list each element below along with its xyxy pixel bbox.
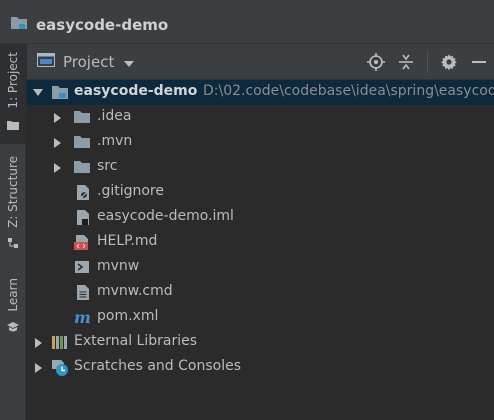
- tree-item-label: .mvn: [97, 133, 133, 149]
- tree-item-label: mvnw: [97, 258, 140, 274]
- project-tab-icon: [7, 115, 19, 134]
- collapsed-arrow-icon[interactable]: [51, 105, 63, 130]
- tree-item-help-md[interactable]: HELP.md: [27, 230, 494, 255]
- graduation-cap-icon: [6, 318, 20, 337]
- collapsed-arrow-icon[interactable]: [51, 130, 63, 155]
- tree-item-label: External Libraries: [74, 333, 197, 349]
- tree-item-idea[interactable]: .idea: [27, 105, 494, 130]
- folder-icon: [73, 109, 90, 126]
- folder-icon: [73, 134, 90, 151]
- module-folder-icon: [51, 84, 68, 101]
- tree-item-mvn[interactable]: .mvn: [27, 130, 494, 155]
- shell-script-icon: [74, 259, 91, 276]
- tree-item-label: Scratches and Consoles: [74, 358, 241, 374]
- tool-window-strip: 1: Project Z: Structure Learn: [0, 44, 26, 420]
- tree-item-mvnw-cmd[interactable]: mvnw.cmd: [27, 280, 494, 305]
- project-panel-header: Project: [27, 44, 494, 80]
- collapse-all-icon[interactable]: [391, 44, 421, 80]
- root-name: easycode-demo: [74, 83, 198, 99]
- maven-file-icon: m: [73, 308, 91, 327]
- breadcrumb-project[interactable]: easycode-demo: [36, 16, 168, 34]
- tree-item-src[interactable]: src: [27, 155, 494, 180]
- tree-item-label: mvnw.cmd: [97, 283, 173, 299]
- tab-structure[interactable]: Z: Structure: [0, 156, 26, 256]
- iml-file-icon: [75, 209, 92, 226]
- tree-item-scratches[interactable]: Scratches and Consoles: [27, 355, 494, 380]
- tree-item-label: easycode-demo.iml: [97, 208, 234, 224]
- tab-learn[interactable]: Learn: [0, 278, 26, 346]
- tree-item-gitignore[interactable]: .gitignore: [27, 180, 494, 205]
- tree-item-pom[interactable]: m pom.xml: [27, 305, 494, 330]
- minimize-icon[interactable]: [464, 44, 494, 80]
- panel-toolbar: [361, 44, 494, 80]
- collapsed-arrow-icon[interactable]: [51, 155, 63, 180]
- folder-icon: [73, 159, 90, 176]
- collapsed-arrow-icon[interactable]: [32, 330, 44, 355]
- project-tree: easycode-demo D:\02.code\codebase\idea\s…: [27, 80, 494, 420]
- locate-icon[interactable]: [361, 44, 391, 80]
- project-folder-icon: [10, 15, 28, 34]
- tree-item-label: pom.xml: [97, 308, 159, 324]
- toolbar-divider: [427, 51, 428, 73]
- tab-structure-label: Z: Structure: [6, 156, 20, 228]
- structure-icon: [7, 234, 19, 253]
- tree-item-label: src: [97, 158, 118, 174]
- navigation-bar: easycode-demo: [0, 6, 494, 44]
- tree-item-label: .gitignore: [97, 183, 164, 199]
- tab-project[interactable]: 1: Project: [0, 44, 26, 144]
- tab-learn-label: Learn: [6, 278, 20, 312]
- gear-icon[interactable]: [434, 44, 464, 80]
- project-view-icon: [37, 52, 55, 71]
- tree-item-external-libraries[interactable]: External Libraries: [27, 330, 494, 355]
- scratches-icon: [51, 359, 68, 376]
- text-file-icon: [75, 284, 92, 301]
- view-selector-label[interactable]: Project: [63, 53, 114, 71]
- library-icon: [51, 334, 68, 351]
- collapsed-arrow-icon[interactable]: [32, 355, 44, 380]
- tab-project-label: 1: Project: [6, 52, 20, 109]
- chevron-down-icon[interactable]: [124, 52, 135, 71]
- tree-item-label: .idea: [97, 108, 132, 124]
- tree-item-mvnw[interactable]: mvnw: [27, 255, 494, 280]
- tree-root-row[interactable]: easycode-demo D:\02.code\codebase\idea\s…: [27, 80, 494, 105]
- root-path: D:\02.code\codebase\idea\spring\easycode…: [203, 83, 494, 99]
- svg-text:m: m: [74, 309, 91, 326]
- ignore-file-icon: [75, 184, 92, 201]
- tree-item-label: HELP.md: [97, 233, 158, 249]
- expanded-arrow-icon[interactable]: [32, 80, 44, 105]
- markdown-file-icon: [73, 234, 90, 251]
- tree-item-iml[interactable]: easycode-demo.iml: [27, 205, 494, 230]
